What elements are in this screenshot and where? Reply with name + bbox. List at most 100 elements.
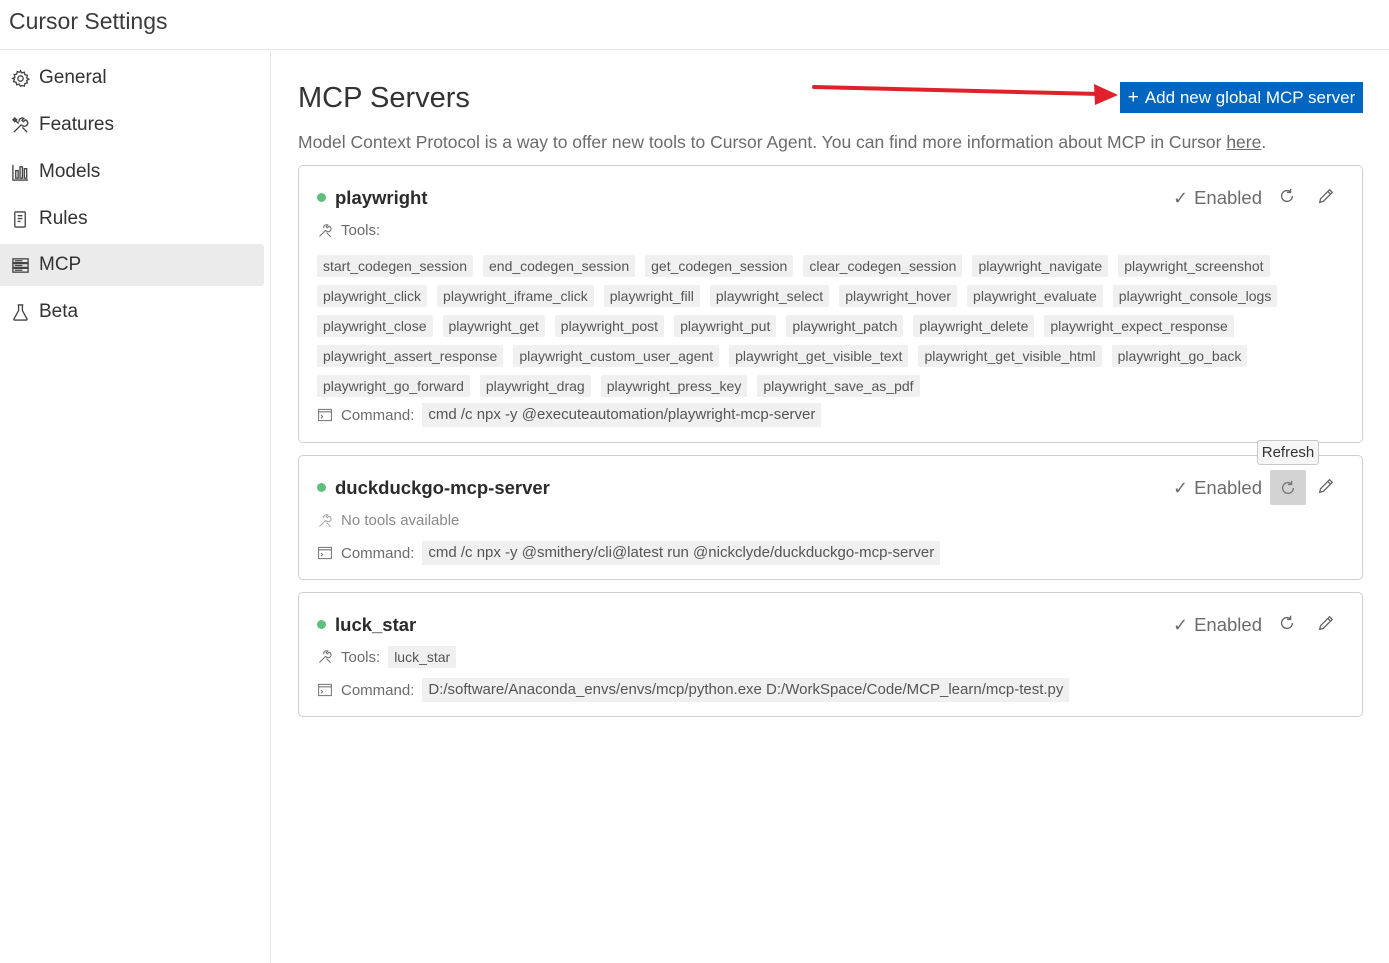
- status-dot: [317, 483, 326, 492]
- description-text: Model Context Protocol is a way to offer…: [298, 132, 1227, 152]
- tool-chip: playwright_get_visible_text: [729, 345, 909, 367]
- page-title: MCP Servers: [298, 82, 470, 114]
- tool-chip: playwright_post: [554, 315, 665, 337]
- checkmark-icon: ✓: [1173, 477, 1189, 498]
- pencil-icon: [1318, 478, 1334, 494]
- add-button-label: Add new global MCP server: [1144, 87, 1356, 107]
- refresh-icon: [1280, 188, 1294, 203]
- sidebar-item-label: MCP: [39, 254, 82, 275]
- tool-chip: playwright_press_key: [600, 375, 748, 397]
- tools-label: Tools:: [341, 222, 381, 239]
- command-value: cmd /c npx -y @smithery/cli@latest run @…: [422, 541, 941, 565]
- bar-chart-icon: [10, 162, 30, 182]
- app-title: Cursor Settings: [9, 8, 168, 34]
- tools-row: Tools:: [317, 222, 380, 239]
- enabled-status[interactable]: ✓ Enabled: [1173, 187, 1262, 209]
- status-dot: [317, 620, 326, 629]
- enabled-label: Enabled: [1194, 477, 1262, 498]
- tool-chip: playwright_put: [674, 315, 777, 337]
- tool-chip: get_codegen_session: [645, 255, 794, 277]
- gear-icon: [10, 68, 30, 88]
- command-label: Command:: [341, 544, 415, 562]
- sidebar-item-mcp[interactable]: MCP: [0, 244, 264, 286]
- command-value: D:/software/Anaconda_envs/envs/mcp/pytho…: [422, 678, 1070, 702]
- page-description: Model Context Protocol is a way to offer…: [298, 132, 1266, 153]
- settings-sidebar: General Features Models Rules MCP Beta: [0, 51, 271, 963]
- server-name: playwright: [335, 187, 428, 208]
- sidebar-item-label: Features: [39, 114, 114, 135]
- sidebar-item-label: Rules: [39, 208, 88, 229]
- command-row: Command: D:/software/Anaconda_envs/envs/…: [317, 678, 1070, 702]
- plus-icon: +: [1127, 87, 1139, 108]
- tool-chip: playwright_save_as_pdf: [757, 375, 920, 397]
- tools-row: Tools: luck_star: [317, 646, 457, 668]
- tool-chip: playwright_patch: [786, 315, 904, 337]
- edit-button[interactable]: [1309, 606, 1343, 640]
- refresh-button[interactable]: [1270, 179, 1304, 213]
- tool-chip: playwright_select: [709, 285, 830, 307]
- sidebar-item-label: General: [39, 67, 107, 88]
- tool-chip: end_codegen_session: [483, 255, 636, 277]
- tool-chip: playwright_close: [317, 315, 433, 337]
- annotation-arrow: [812, 84, 1118, 105]
- mcp-server-card-playwright: playwright ✓ Enabled Tools: start_codege…: [298, 165, 1363, 443]
- enabled-label: Enabled: [1194, 187, 1262, 208]
- edit-button[interactable]: [1309, 469, 1343, 503]
- terminal-icon: [317, 407, 333, 423]
- tool-chip: playwright_drag: [479, 375, 591, 397]
- tool-chip: start_codegen_session: [317, 255, 473, 277]
- pencil-icon: [1318, 615, 1334, 631]
- tool-chip: playwright_get_visible_html: [918, 345, 1102, 367]
- flask-icon: [10, 302, 30, 322]
- pencil-icon: [1318, 188, 1334, 204]
- tools-icon: [10, 115, 30, 135]
- enabled-status[interactable]: ✓ Enabled: [1173, 477, 1262, 499]
- description-end: .: [1261, 132, 1267, 152]
- tool-chip: playwright_console_logs: [1112, 285, 1278, 307]
- command-label: Command:: [341, 681, 415, 699]
- description-link-here[interactable]: here: [1226, 132, 1261, 152]
- tool-chip: playwright_navigate: [972, 255, 1109, 277]
- tool-chip: luck_star: [388, 646, 457, 668]
- sidebar-item-features[interactable]: Features: [0, 104, 264, 146]
- add-global-mcp-server-button[interactable]: + Add new global MCP server: [1120, 82, 1363, 113]
- command-label: Command:: [341, 406, 415, 424]
- sidebar-item-beta[interactable]: Beta: [0, 291, 264, 333]
- server-name: luck_star: [335, 614, 417, 635]
- tools-icon: [317, 223, 333, 239]
- tool-chip: playwright_go_forward: [317, 375, 470, 397]
- sidebar-item-label: Beta: [39, 301, 79, 322]
- mcp-server-card-luck-star: luck_star ✓ Enabled Tools: luck_star Com…: [298, 592, 1363, 717]
- mcp-server-card-duckduckgo: duckduckgo-mcp-server ✓ Enabled No tools…: [298, 455, 1363, 580]
- refresh-button[interactable]: [1270, 470, 1306, 505]
- status-dot: [317, 193, 326, 202]
- tools-row: No tools available: [317, 512, 459, 529]
- refresh-tooltip: Refresh: [1257, 440, 1319, 465]
- sidebar-item-label: Models: [39, 161, 101, 182]
- tool-chip: clear_codegen_session: [803, 255, 963, 277]
- no-tools-text: No tools available: [341, 512, 460, 529]
- title-bar: Cursor Settings: [0, 0, 1389, 50]
- tool-chip: playwright_delete: [913, 315, 1035, 337]
- checkmark-icon: ✓: [1173, 614, 1189, 635]
- enabled-status[interactable]: ✓ Enabled: [1173, 614, 1262, 636]
- tool-chip: playwright_go_back: [1111, 345, 1248, 367]
- tool-list: start_codegen_session end_codegen_session…: [317, 255, 1357, 397]
- sidebar-item-general[interactable]: General: [0, 57, 264, 99]
- tools-icon: [317, 513, 333, 529]
- refresh-button[interactable]: [1270, 606, 1304, 640]
- sidebar-item-models[interactable]: Models: [0, 151, 264, 193]
- tool-chip: playwright_evaluate: [967, 285, 1103, 307]
- command-value: cmd /c npx -y @executeautomation/playwri…: [422, 403, 822, 427]
- tool-chip: playwright_custom_user_agent: [513, 345, 720, 367]
- server-icon: [10, 255, 30, 275]
- terminal-icon: [317, 545, 333, 561]
- command-row: Command: cmd /c npx -y @executeautomatio…: [317, 403, 822, 427]
- document-icon: [10, 209, 30, 229]
- refresh-icon: [1281, 480, 1295, 494]
- sidebar-item-rules[interactable]: Rules: [0, 198, 264, 240]
- tool-chip: playwright_get: [442, 315, 545, 337]
- tools-label: Tools:: [341, 648, 381, 666]
- edit-button[interactable]: [1309, 179, 1343, 213]
- tool-chip: playwright_fill: [603, 285, 700, 307]
